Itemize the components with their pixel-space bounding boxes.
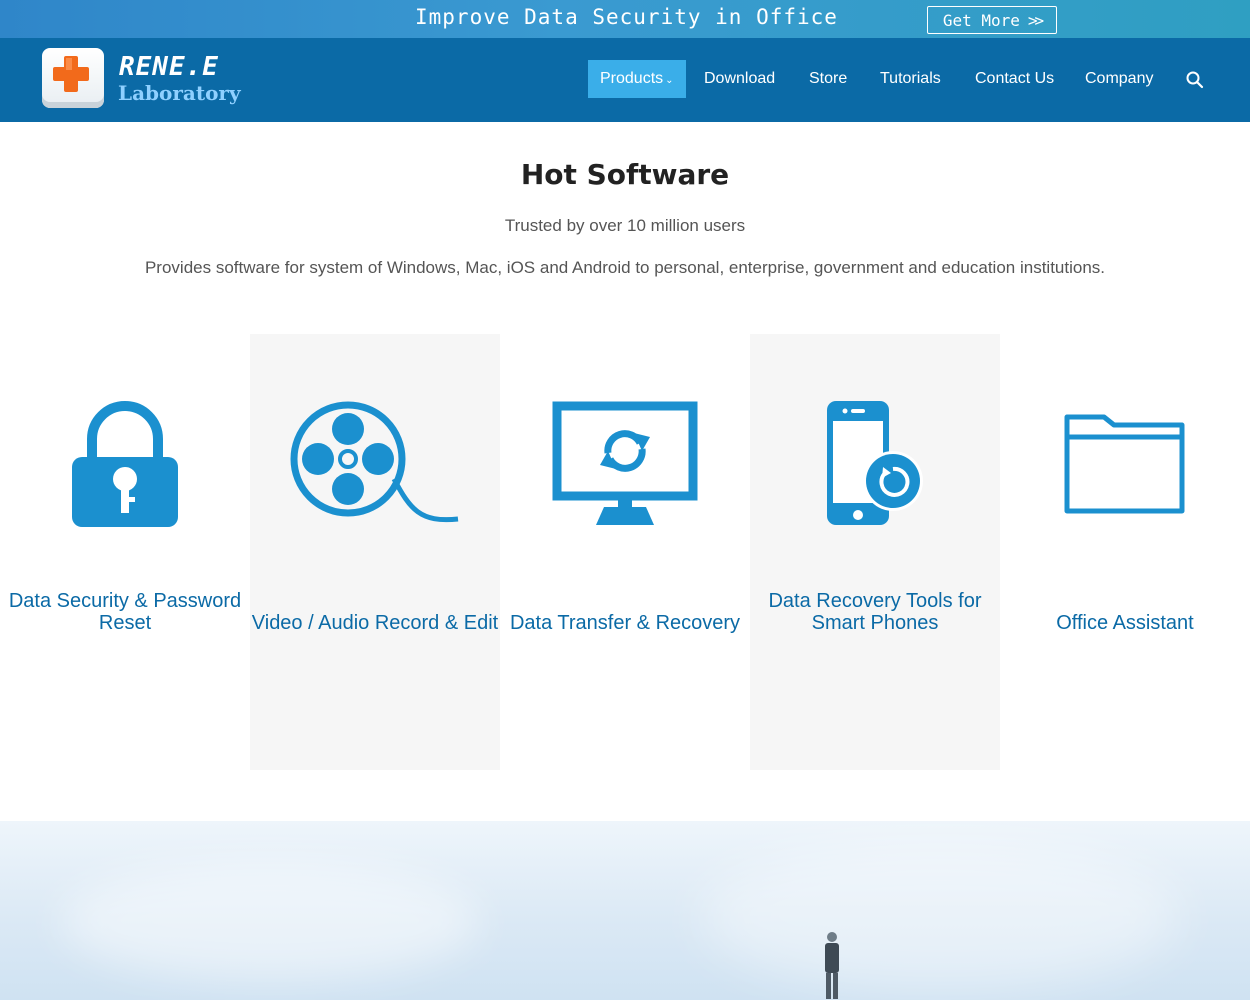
category-card-office-assistant[interactable]: Office Assistant [1000, 334, 1250, 770]
get-more-button[interactable]: Get More >> [927, 6, 1057, 34]
double-chevron-right-icon: >> [1027, 10, 1044, 30]
nav-tutorials[interactable]: Tutorials [880, 60, 941, 98]
nav-company[interactable]: Company [1085, 60, 1153, 98]
nav-download[interactable]: Download [704, 60, 775, 98]
section-description: Provides software for system of Windows,… [144, 258, 1106, 277]
logo-name: RENE.E [119, 52, 219, 82]
category-label: Video / Audio Record & Edit [251, 612, 499, 634]
get-more-label: Get More [942, 10, 1020, 30]
category-card-phone-recovery[interactable]: Data Recovery Tools for Smart Phones [750, 334, 1000, 770]
logo[interactable]: RENE.E Laboratory [42, 48, 242, 112]
promo-bar: Improve Data Security in Office Get More… [0, 0, 1250, 38]
category-label: Data Transfer & Recovery [509, 612, 741, 634]
category-card-data-transfer[interactable]: Data Transfer & Recovery [500, 334, 750, 770]
chevron-down-icon: ⌄ [665, 75, 674, 86]
logo-icon [42, 48, 104, 108]
nav-products-label: Products [600, 70, 664, 87]
hero-banner [0, 821, 1250, 1000]
lock-icon [0, 394, 250, 534]
film-reel-icon [250, 394, 500, 534]
person-silhouette-icon [820, 931, 844, 1000]
section-subtitle: Trusted by over 10 million users [504, 216, 746, 235]
nav-store[interactable]: Store [809, 60, 847, 98]
monitor-sync-icon [500, 394, 750, 534]
promo-text: Improve Data Security in Office [415, 5, 838, 29]
category-label: Data Recovery Tools for Smart Phones [768, 590, 982, 634]
search-icon[interactable] [1186, 71, 1204, 94]
category-card-video-audio[interactable]: Video / Audio Record & Edit [250, 334, 500, 770]
category-label: Data Security & Password Reset [8, 590, 242, 634]
site-header: RENE.E Laboratory Products ⌄ Download Sto… [0, 38, 1250, 122]
logo-subtitle: Laboratory [118, 81, 241, 105]
phone-recovery-icon [750, 394, 1000, 534]
section-title: Hot Software [520, 158, 730, 191]
folder-icon [1000, 394, 1250, 534]
category-card-data-security[interactable]: Data Security & Password Reset [0, 334, 250, 770]
category-label: Office Assistant [1056, 612, 1194, 634]
nav-contact-us[interactable]: Contact Us [975, 60, 1054, 98]
nav-products[interactable]: Products ⌄ [588, 60, 686, 98]
